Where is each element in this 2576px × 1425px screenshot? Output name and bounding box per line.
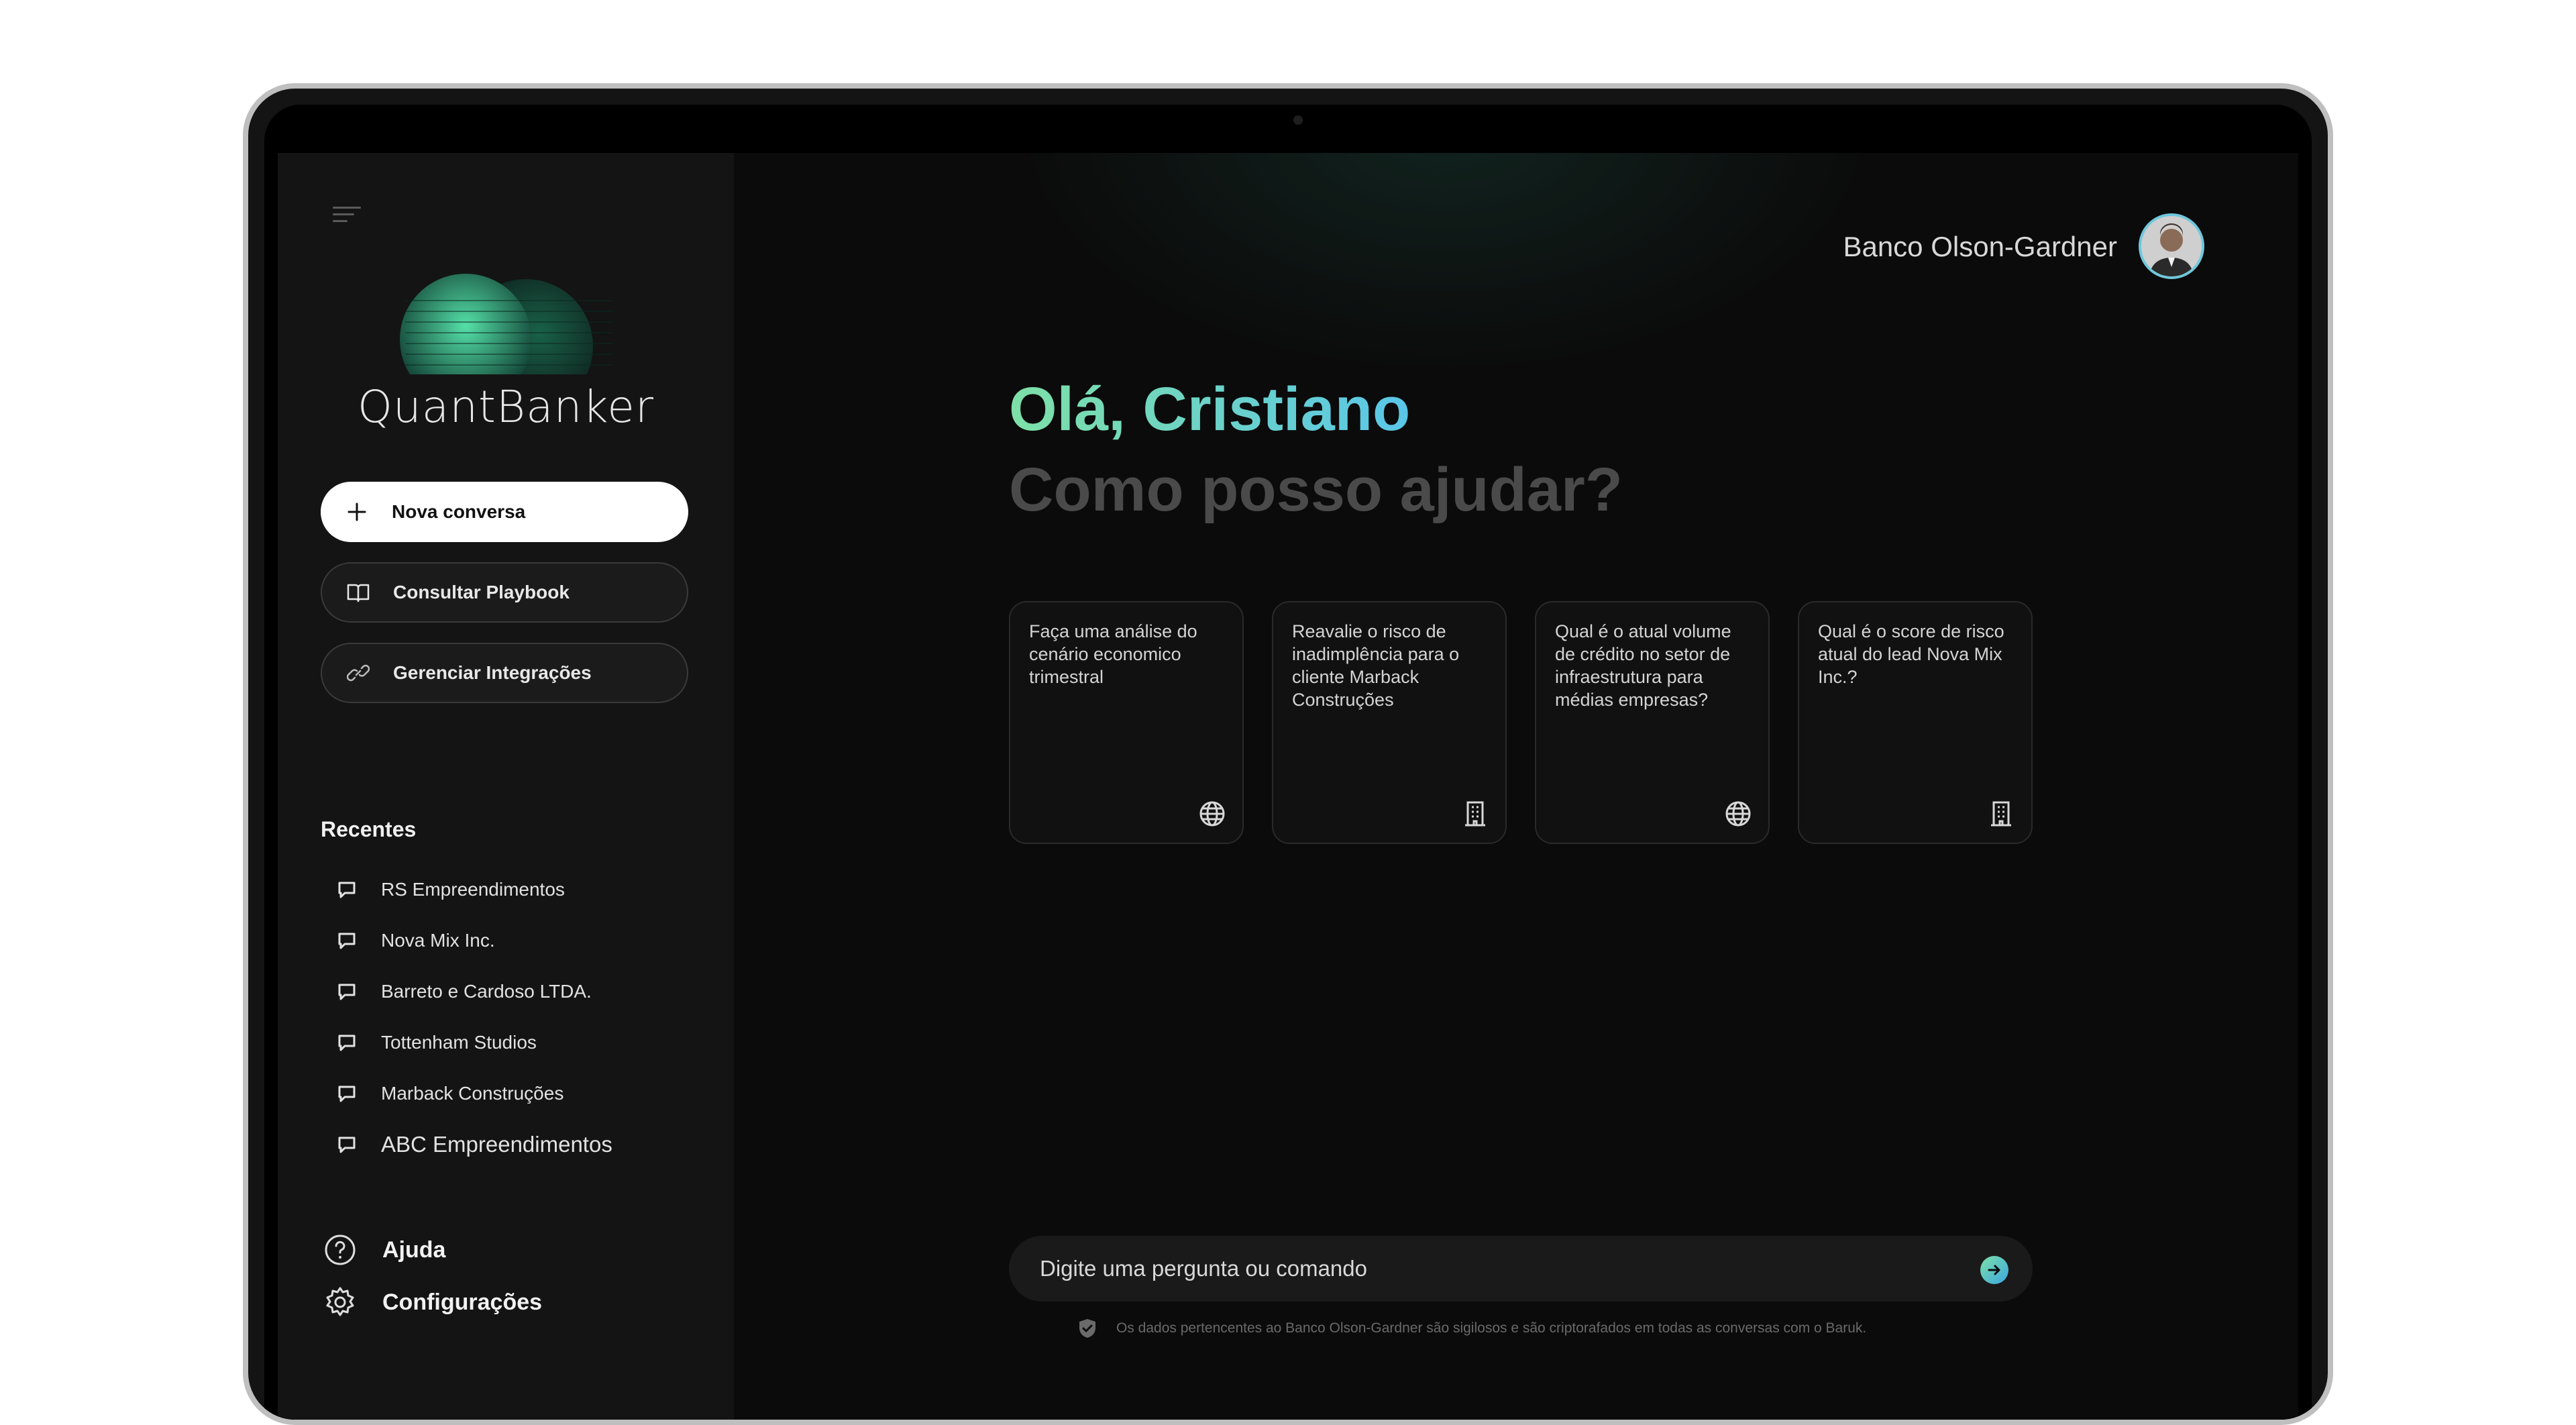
chat-bubble-icon: [338, 1035, 356, 1051]
plus-icon: [345, 500, 369, 524]
camera-icon: [1293, 115, 1303, 125]
send-button[interactable]: [1980, 1256, 2008, 1284]
laptop-frame: QuantBanker Nova conversa Consultar Play…: [243, 83, 2333, 1425]
sidebar: QuantBanker Nova conversa Consultar Play…: [278, 153, 734, 1420]
privacy-disclaimer: Os dados pertencentes ao Banco Olson-Gar…: [1077, 1318, 1866, 1339]
suggestion-card-text: Qual é o atual volume de crédito no seto…: [1555, 621, 1731, 710]
recent-item[interactable]: Nova Mix Inc.: [337, 915, 612, 966]
disclaimer-text: Os dados pertencentes ao Banco Olson-Gar…: [1116, 1320, 1867, 1336]
integrations-button[interactable]: Gerenciar Integrações: [321, 643, 688, 703]
suggestion-card[interactable]: Reavalie o risco de inadimplência para o…: [1272, 601, 1507, 844]
settings-label: Configurações: [382, 1289, 543, 1315]
recent-item-label: RS Empreendimentos: [381, 879, 565, 900]
shield-check-icon: [1079, 1319, 1095, 1338]
recent-item-label: Tottenham Studios: [381, 1032, 537, 1053]
greeting-subtitle: Como posso ajudar?: [1009, 456, 1623, 524]
arrow-right-icon: [1988, 1265, 2000, 1275]
help-circle-icon: [325, 1234, 356, 1265]
app-logo-text: QuantBanker: [357, 381, 655, 433]
chat-bubble-icon: [338, 1086, 356, 1102]
building-icon: [1465, 801, 1485, 827]
logo-icon: [392, 274, 613, 381]
playbook-button[interactable]: Consultar Playbook: [321, 562, 688, 623]
suggestion-card[interactable]: Faça uma análise do cenário economico tr…: [1009, 601, 1244, 844]
integrations-label: Gerenciar Integrações: [393, 662, 592, 683]
link-icon: [346, 661, 370, 685]
bank-name: Banco Olson-Gardner: [1843, 231, 2117, 262]
recent-item-label: Marback Construções: [381, 1083, 564, 1104]
camera-notch: [1187, 105, 1409, 149]
help-label: Ajuda: [382, 1236, 446, 1263]
new-chat-button[interactable]: Nova conversa: [321, 482, 688, 542]
recent-item[interactable]: Barreto e Cardoso LTDA.: [337, 966, 612, 1017]
chat-bubble-icon: [338, 1137, 356, 1153]
avatar[interactable]: [2139, 213, 2204, 279]
building-icon: [1991, 801, 2011, 827]
globe-icon: [1199, 801, 1225, 827]
suggestion-card-text: Faça uma análise do cenário economico tr…: [1029, 621, 1197, 687]
greeting-title: Olá, Cristiano: [1009, 375, 1411, 443]
chat-bubble-icon: [338, 882, 356, 898]
menu-icon[interactable]: [333, 207, 361, 227]
recent-title: Recentes: [321, 817, 417, 841]
globe-icon: [1725, 801, 1751, 827]
gear-icon: [326, 1287, 354, 1316]
help-button[interactable]: Ajuda: [323, 1233, 445, 1267]
new-chat-label: Nova conversa: [392, 501, 526, 522]
prompt-bar: [1009, 1236, 2033, 1302]
suggestion-card-text: Reavalie o risco de inadimplência para o…: [1292, 621, 1460, 710]
settings-button[interactable]: Configurações: [323, 1285, 542, 1319]
recent-item-label: Nova Mix Inc.: [381, 930, 495, 951]
chat-bubble-icon: [338, 984, 356, 1000]
chat-bubble-icon: [338, 933, 356, 949]
user-photo-icon: [2141, 216, 2202, 276]
recent-item[interactable]: ABC Empreendimentos: [337, 1119, 612, 1170]
recent-item[interactable]: Marback Construções: [337, 1068, 612, 1119]
suggestion-card[interactable]: Qual é o score de risco atual do lead No…: [1798, 601, 2033, 844]
main-panel: Banco Olson-Gardner Olá, Cristiano Como …: [734, 153, 2298, 1420]
playbook-label: Consultar Playbook: [393, 582, 570, 602]
recent-item[interactable]: Tottenham Studios: [337, 1017, 612, 1068]
book-icon: [346, 580, 370, 604]
recent-item-label: Barreto e Cardoso LTDA.: [381, 981, 592, 1002]
prompt-input[interactable]: [1038, 1255, 1933, 1282]
app-screen: QuantBanker Nova conversa Consultar Play…: [278, 153, 2298, 1420]
recent-item[interactable]: RS Empreendimentos: [337, 864, 612, 915]
suggestion-card-text: Qual é o score de risco atual do lead No…: [1818, 621, 2004, 687]
recent-list: RS Empreendimentos Nova Mix Inc. Barreto…: [337, 864, 612, 1170]
suggestion-card[interactable]: Qual é o atual volume de crédito no seto…: [1535, 601, 1770, 844]
recent-item-label: ABC Empreendimentos: [381, 1132, 612, 1157]
